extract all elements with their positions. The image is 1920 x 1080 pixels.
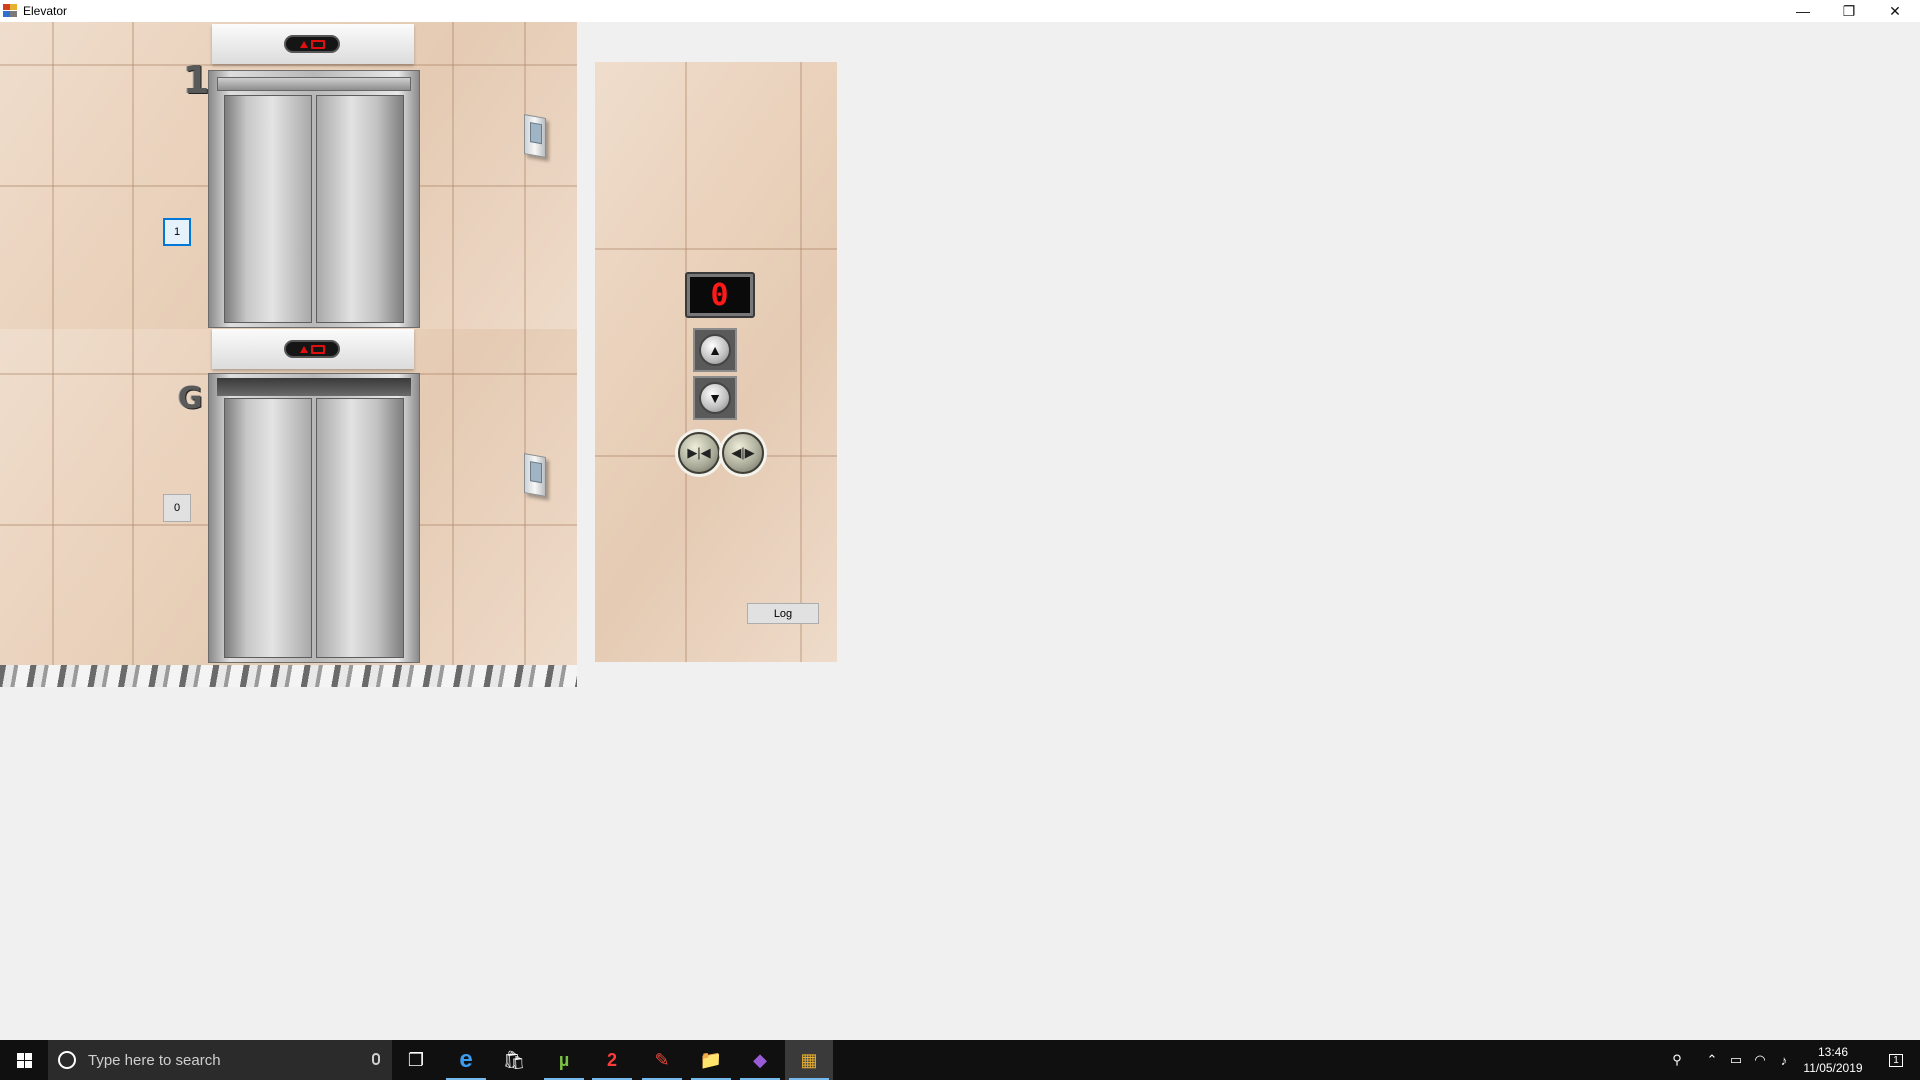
- elevator-app-icon: [3, 4, 17, 17]
- floor-0-elevator-doors: [208, 373, 420, 663]
- file-explorer-icon[interactable]: 📁: [687, 1040, 735, 1080]
- restore-button[interactable]: ❐: [1826, 0, 1872, 22]
- floor-0-wall-number: G: [178, 381, 203, 416]
- down-button[interactable]: ▼: [693, 376, 737, 420]
- restore-icon: ❐: [1842, 2, 1856, 19]
- floor-1-direction-indicator: [284, 35, 340, 53]
- door-close-icon: ▶|◀: [687, 445, 711, 460]
- app-red-icon[interactable]: 2: [588, 1040, 636, 1080]
- up-arrow-icon: [299, 345, 308, 353]
- door-close-button[interactable]: ▶|◀: [678, 432, 720, 474]
- floor-1-call-button[interactable]: 1: [163, 218, 191, 246]
- notification-count: 1: [1889, 1053, 1903, 1067]
- title-bar: Elevator — ❐ ✕: [0, 0, 1920, 22]
- app-acrobat-icon[interactable]: ✎: [638, 1040, 686, 1080]
- floor-1-scene: 1 1: [0, 22, 577, 329]
- floor-display-value: 0: [690, 277, 750, 313]
- floor-1-call-panel: [524, 114, 546, 158]
- elevator-app-icon[interactable]: ▦: [785, 1040, 833, 1080]
- utorrent-icon[interactable]: µ: [540, 1040, 588, 1080]
- door-open-icon: ◀|▶: [731, 445, 755, 460]
- start-button[interactable]: [0, 1040, 48, 1080]
- people-icon[interactable]: ⚲: [1662, 1040, 1692, 1080]
- windows-icon: [16, 1052, 32, 1068]
- floor-1-left-door: [224, 95, 312, 323]
- battery-icon[interactable]: ▭: [1724, 1040, 1748, 1080]
- floor-0-call-panel: [524, 453, 546, 497]
- floor-1-header-panel: [212, 24, 414, 64]
- floor-0-right-door: [316, 398, 404, 658]
- floor-1-wall-number: 1: [183, 58, 210, 102]
- clock-date: 11/05/2019: [1803, 1061, 1863, 1075]
- lobby-floor: [0, 665, 577, 687]
- elevator-control-panel: 0 ▲ ▼ ▶|◀ ◀|▶ Log: [595, 62, 837, 662]
- floor-0-direction-indicator: [284, 340, 340, 358]
- notification-center-icon[interactable]: 1: [1876, 1040, 1916, 1080]
- down-arrow-icon: ▼: [699, 382, 731, 414]
- clock[interactable]: 13:46 11/05/2019: [1793, 1044, 1873, 1076]
- search-placeholder: Type here to search: [88, 1051, 221, 1069]
- taskbar: Type here to search ❐ e 🛍 µ 2 ✎ 📁 ◆ ▦ ⚲ …: [0, 1040, 1920, 1080]
- window-title: Elevator: [23, 4, 68, 18]
- clock-time: 13:46: [1817, 1045, 1849, 1059]
- floor-0-header-panel: [212, 329, 414, 369]
- visual-studio-icon[interactable]: ◆: [736, 1040, 784, 1080]
- up-arrow-icon: ▲: [699, 334, 731, 366]
- task-view-icon[interactable]: ❐: [392, 1040, 440, 1080]
- cortana-icon: [58, 1051, 76, 1069]
- up-button[interactable]: ▲: [693, 328, 737, 372]
- search-box[interactable]: Type here to search: [48, 1040, 392, 1080]
- minimize-icon: —: [1796, 3, 1810, 19]
- client-area: 1 1 G 0 0 ▲ ▼ ▶|◀ ◀|▶ Log: [0, 22, 1920, 1040]
- door-open-button[interactable]: ◀|▶: [722, 432, 764, 474]
- floor-0-scene: G 0: [0, 329, 577, 665]
- floor-0-call-button[interactable]: 0: [163, 494, 191, 522]
- close-button[interactable]: ✕: [1872, 0, 1918, 22]
- floor-0-left-door: [224, 398, 312, 658]
- floor-1-right-door: [316, 95, 404, 323]
- edge-icon[interactable]: e: [442, 1040, 490, 1080]
- microphone-icon[interactable]: [372, 1053, 380, 1065]
- floor-display: 0: [685, 272, 755, 318]
- wifi-icon[interactable]: ◠: [1748, 1040, 1772, 1080]
- chevron-up-icon[interactable]: ⌃: [1700, 1040, 1724, 1080]
- up-arrow-icon: [299, 40, 308, 48]
- floor-1-elevator-doors: [208, 70, 420, 328]
- close-icon: ✕: [1889, 2, 1901, 19]
- store-icon[interactable]: 🛍: [490, 1040, 538, 1080]
- log-button[interactable]: Log: [747, 603, 819, 624]
- minimize-button[interactable]: —: [1780, 0, 1826, 22]
